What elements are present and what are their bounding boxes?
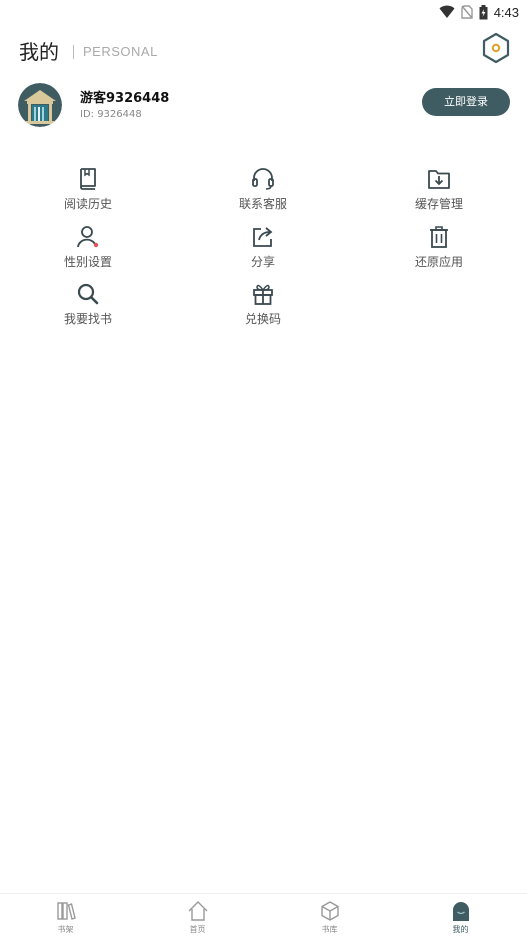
settings-button[interactable] — [479, 31, 513, 65]
menu-item-label: 还原应用 — [414, 255, 463, 269]
profile-section: 游客9326448 ID: 9326448 立即登录 — [18, 80, 510, 132]
cube-icon — [320, 901, 339, 921]
menu-item-label: 缓存管理 — [414, 197, 463, 211]
menu-item-gender-settings[interactable]: 性别设置 — [28, 224, 148, 276]
menu-item-reading-history[interactable]: 阅读历史 — [28, 166, 148, 218]
menu-item-cache-management[interactable]: 缓存管理 — [379, 166, 499, 218]
status-time: 4:43 — [493, 4, 519, 20]
tab-profile[interactable]: 我的 — [395, 894, 526, 938]
bottom-tab-bar: 书架 首页 书库 我的 — [0, 893, 527, 938]
page-subtitle: PERSONAL — [83, 44, 158, 59]
no-sim-icon — [460, 5, 473, 19]
menu-item-label: 性别设置 — [63, 255, 112, 269]
status-bar: 4:43 — [0, 0, 527, 24]
user-icon — [77, 226, 99, 248]
menu-item-reset-app[interactable]: 还原应用 — [379, 224, 499, 276]
menu-item-customer-service[interactable]: 联系客服 — [203, 166, 323, 218]
headset-icon — [252, 168, 274, 190]
user-id: ID: 9326448 — [80, 109, 142, 120]
menu-item-label: 我要找书 — [63, 312, 112, 326]
tab-home[interactable]: 首页 — [132, 894, 263, 938]
tab-label: 书库 — [321, 925, 338, 934]
menu-item-label: 兑换码 — [244, 312, 281, 326]
gift-icon — [253, 284, 273, 305]
login-button[interactable]: 立即登录 — [422, 88, 510, 116]
menu-item-label: 联系客服 — [238, 197, 287, 211]
book-icon — [80, 168, 96, 190]
search-icon — [77, 283, 99, 305]
trash-icon — [430, 226, 448, 248]
menu-item-share[interactable]: 分享 — [203, 224, 323, 276]
username: 游客9326448 — [80, 91, 170, 106]
profile-icon — [452, 902, 469, 921]
avatar[interactable] — [18, 83, 62, 127]
menu-item-redeem-code[interactable]: 兑换码 — [203, 281, 323, 333]
menu-item-label: 分享 — [250, 255, 275, 269]
wifi-icon — [439, 5, 455, 18]
page-header: 我的 PERSONAL — [19, 31, 527, 68]
menu-item-label: 阅读历史 — [63, 197, 112, 211]
bookshelf-icon — [56, 902, 76, 920]
tab-bookshelf[interactable]: 书架 — [0, 894, 131, 938]
tab-label: 首页 — [189, 925, 206, 934]
page-title: 我的 — [19, 40, 59, 64]
folder-download-icon — [428, 170, 450, 189]
library-avatar-icon — [18, 83, 62, 127]
menu-item-find-book[interactable]: 我要找书 — [28, 281, 148, 333]
tab-label: 书架 — [57, 925, 74, 934]
tab-library[interactable]: 书库 — [264, 894, 395, 938]
status-icons: 4:43 — [439, 2, 519, 22]
title-divider — [73, 45, 74, 59]
home-icon — [188, 901, 207, 921]
battery-icon — [479, 4, 488, 19]
share-icon — [253, 227, 273, 247]
settings-hexagon-icon — [482, 32, 510, 64]
tab-label: 我的 — [452, 925, 469, 934]
